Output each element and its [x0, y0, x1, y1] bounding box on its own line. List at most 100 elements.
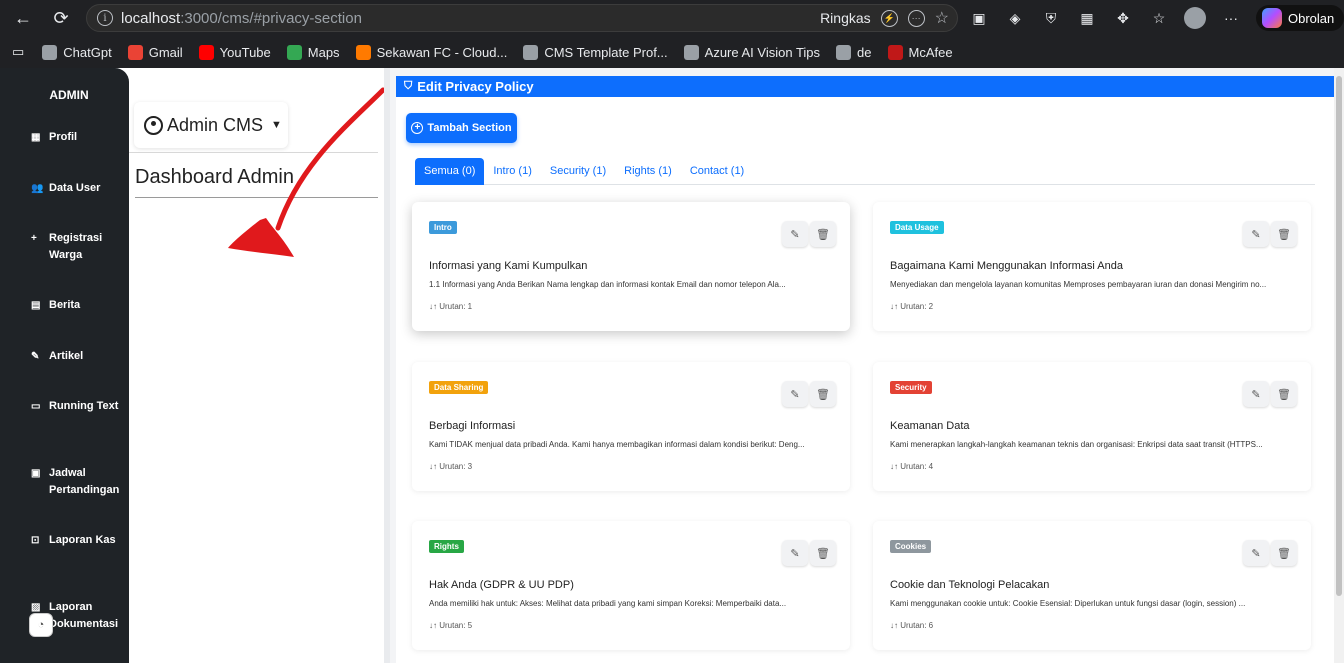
reader-mode-icon[interactable]: ⚡: [880, 9, 898, 27]
sidebar-item-icon: ▭: [31, 401, 41, 412]
edit-pencil-icon[interactable]: ✎: [1243, 540, 1269, 566]
sidebar-item-icon: ⊡: [31, 535, 40, 546]
privacy-editor: ⛉ Edit Privacy Policy + Tambah Section S…: [384, 68, 1344, 663]
vertical-scrollbar[interactable]: [1334, 68, 1344, 663]
plus-circle-icon: +: [411, 122, 424, 134]
bookmark-label: CMS Template Prof...: [544, 44, 668, 60]
shield-extension-icon[interactable]: ⛨: [1040, 7, 1062, 29]
edit-pencil-icon[interactable]: ✎: [782, 381, 808, 407]
bookmark-item[interactable]: Maps: [286, 44, 340, 60]
add-section-label: Tambah Section: [427, 122, 512, 134]
sidebar-item-icon: ▤: [31, 300, 41, 311]
extensions-puzzle-icon[interactable]: ✥: [1112, 7, 1134, 29]
edit-pencil-icon[interactable]: ✎: [782, 540, 808, 566]
category-tab[interactable]: Intro (1): [484, 158, 541, 185]
bookmark-item[interactable]: CMS Template Prof...: [523, 44, 668, 60]
section-order: ↓↑ Urutan: 5: [429, 621, 473, 630]
favorites-icon[interactable]: ☆: [1148, 7, 1170, 29]
bookmarks-bar: ▭ ChatGpt Gmail YouTube Maps Sekawan FC - Cl…: [0, 36, 1344, 68]
sidebar-item-label: Artikel: [49, 350, 84, 362]
privacy-section-card: Cookies ✎ 🗑 Cookie dan Teknologi Pelacakan K…: [873, 521, 1311, 650]
edit-pencil-icon[interactable]: ✎: [782, 221, 808, 247]
bookmark-label: Gmail: [148, 44, 183, 60]
bookmarks-toggle-icon[interactable]: ▭: [12, 44, 24, 60]
bookmark-item[interactable]: de: [836, 44, 872, 60]
privacy-section-card: Security ✎ 🗑 Keamanan Data Kami menerapkan l…: [873, 362, 1311, 491]
bookmark-item[interactable]: Gmail: [127, 44, 183, 60]
bookmark-item[interactable]: Azure AI Vision Tips: [683, 44, 821, 60]
favorite-star-icon[interactable]: ☆: [935, 8, 949, 28]
extension-icon-2[interactable]: ◈: [1004, 7, 1026, 29]
bookmark-label: de: [857, 44, 872, 60]
category-tab[interactable]: Security (1): [541, 158, 615, 185]
section-order: ↓↑ Urutan: 1: [429, 302, 473, 311]
editor-header: ⛉ Edit Privacy Policy: [396, 76, 1334, 97]
section-order: ↓↑ Urutan: 4: [890, 462, 934, 471]
category-tab[interactable]: Semua (0): [415, 158, 485, 185]
bookmark-label: YouTube: [219, 44, 271, 60]
section-order: ↓↑ Urutan: 3: [429, 462, 473, 471]
bookmark-favicon-icon: [683, 44, 699, 60]
section-title: Keamanan Data: [890, 420, 970, 432]
section-description: 1.1 Informasi yang Anda Berikan Nama len…: [429, 280, 786, 289]
shield-icon: ⛉: [404, 80, 413, 92]
category-badge: Data Usage: [890, 221, 944, 234]
settings-menu-icon[interactable]: ···: [1220, 7, 1242, 29]
url-path: :3000/cms/#privacy-section: [180, 9, 362, 27]
category-tab[interactable]: Contact (1): [681, 158, 753, 185]
bookmark-item[interactable]: YouTube: [198, 44, 271, 60]
section-description: Kami TIDAK menjual data pribadi Anda. Ka…: [429, 440, 805, 449]
privacy-section-card: Data Usage ✎ 🗑 Bagaimana Kami Menggunakan I…: [873, 202, 1311, 331]
edit-pencil-icon[interactable]: ✎: [1243, 381, 1269, 407]
sidebar-item[interactable]: ⊡ Laporan Kas: [31, 532, 123, 549]
back-icon[interactable]: ←: [10, 5, 36, 31]
site-info-icon[interactable]: i: [97, 10, 113, 26]
bookmark-label: McAfee: [908, 44, 953, 60]
privacy-section-card: Data Sharing ✎ 🗑 Berbagi Informasi Kami TIDA…: [412, 362, 850, 491]
extension-icon-1[interactable]: ▣: [968, 7, 990, 29]
category-badge: Data Sharing: [429, 381, 489, 394]
bookmark-item[interactable]: Sekawan FC - Cloud...: [355, 44, 507, 60]
copilot-chat-button[interactable]: Obrolan: [1256, 5, 1344, 31]
dashboard-fab-icon[interactable]: ◔: [29, 613, 53, 637]
sidebar-item[interactable]: ✎ Artikel: [31, 348, 123, 365]
delete-trash-icon[interactable]: 🗑: [810, 540, 836, 566]
section-description: Kami menerapkan langkah-langkah keamanan…: [890, 440, 1263, 449]
delete-trash-icon[interactable]: 🗑: [810, 381, 836, 407]
red-annotation-arrow: [228, 87, 386, 257]
delete-trash-icon[interactable]: 🗑: [1271, 381, 1297, 407]
section-description: Menyediakan dan mengelola layanan komuni…: [890, 280, 1267, 289]
scrollbar-thumb[interactable]: [1336, 76, 1342, 596]
sidebar-item[interactable]: ▣ Jadwal Pertandingan: [31, 465, 123, 499]
sidebar-item[interactable]: ▭ Running Text: [31, 398, 123, 415]
more-options-icon[interactable]: ···: [907, 9, 925, 27]
profile-avatar[interactable]: [1184, 7, 1206, 29]
section-title: Informasi yang Kami Kumpulkan: [429, 260, 588, 272]
section-description: Anda memiliki hak untuk: Akses: Melihat …: [429, 599, 787, 608]
bookmark-label: Maps: [307, 44, 340, 60]
sidebar-item-label: Running Text: [49, 400, 119, 412]
category-badge: Security: [890, 381, 932, 394]
category-tab[interactable]: Rights (1): [615, 158, 681, 185]
sidebar-item-label: Laporan Dokumentasi: [49, 601, 119, 630]
bookmark-item[interactable]: McAfee: [887, 44, 953, 60]
section-order: ↓↑ Urutan: 2: [890, 302, 934, 311]
bookmark-favicon-icon: [198, 44, 214, 60]
bookmark-item[interactable]: ChatGpt: [42, 44, 112, 60]
bookmark-label: Azure AI Vision Tips: [704, 44, 821, 60]
privacy-section-card: Intro ✎ 🗑 Informasi yang Kami Kumpulkan 1.1 …: [412, 202, 850, 331]
address-bar[interactable]: i localhost :3000/cms/#privacy-section R…: [86, 4, 958, 32]
qr-code-icon[interactable]: ▦: [1076, 7, 1098, 29]
edit-pencil-icon[interactable]: ✎: [1243, 221, 1269, 247]
delete-trash-icon[interactable]: 🗑: [810, 221, 836, 247]
delete-trash-icon[interactable]: 🗑: [1271, 221, 1297, 247]
add-section-button[interactable]: + Tambah Section: [406, 113, 517, 143]
bookmark-favicon-icon: [887, 44, 903, 60]
copilot-icon: [1262, 8, 1282, 28]
sidebar-item[interactable]: ▤ Berita: [31, 297, 123, 314]
browser-toolbar: ← ⟳ i localhost :3000/cms/#privacy-secti…: [0, 0, 1344, 36]
reload-icon[interactable]: ⟳: [48, 5, 74, 31]
delete-trash-icon[interactable]: 🗑: [1271, 540, 1297, 566]
reader-label[interactable]: Ringkas: [820, 10, 871, 26]
sidebar-item-label: Jadwal Pertandingan: [49, 467, 120, 496]
